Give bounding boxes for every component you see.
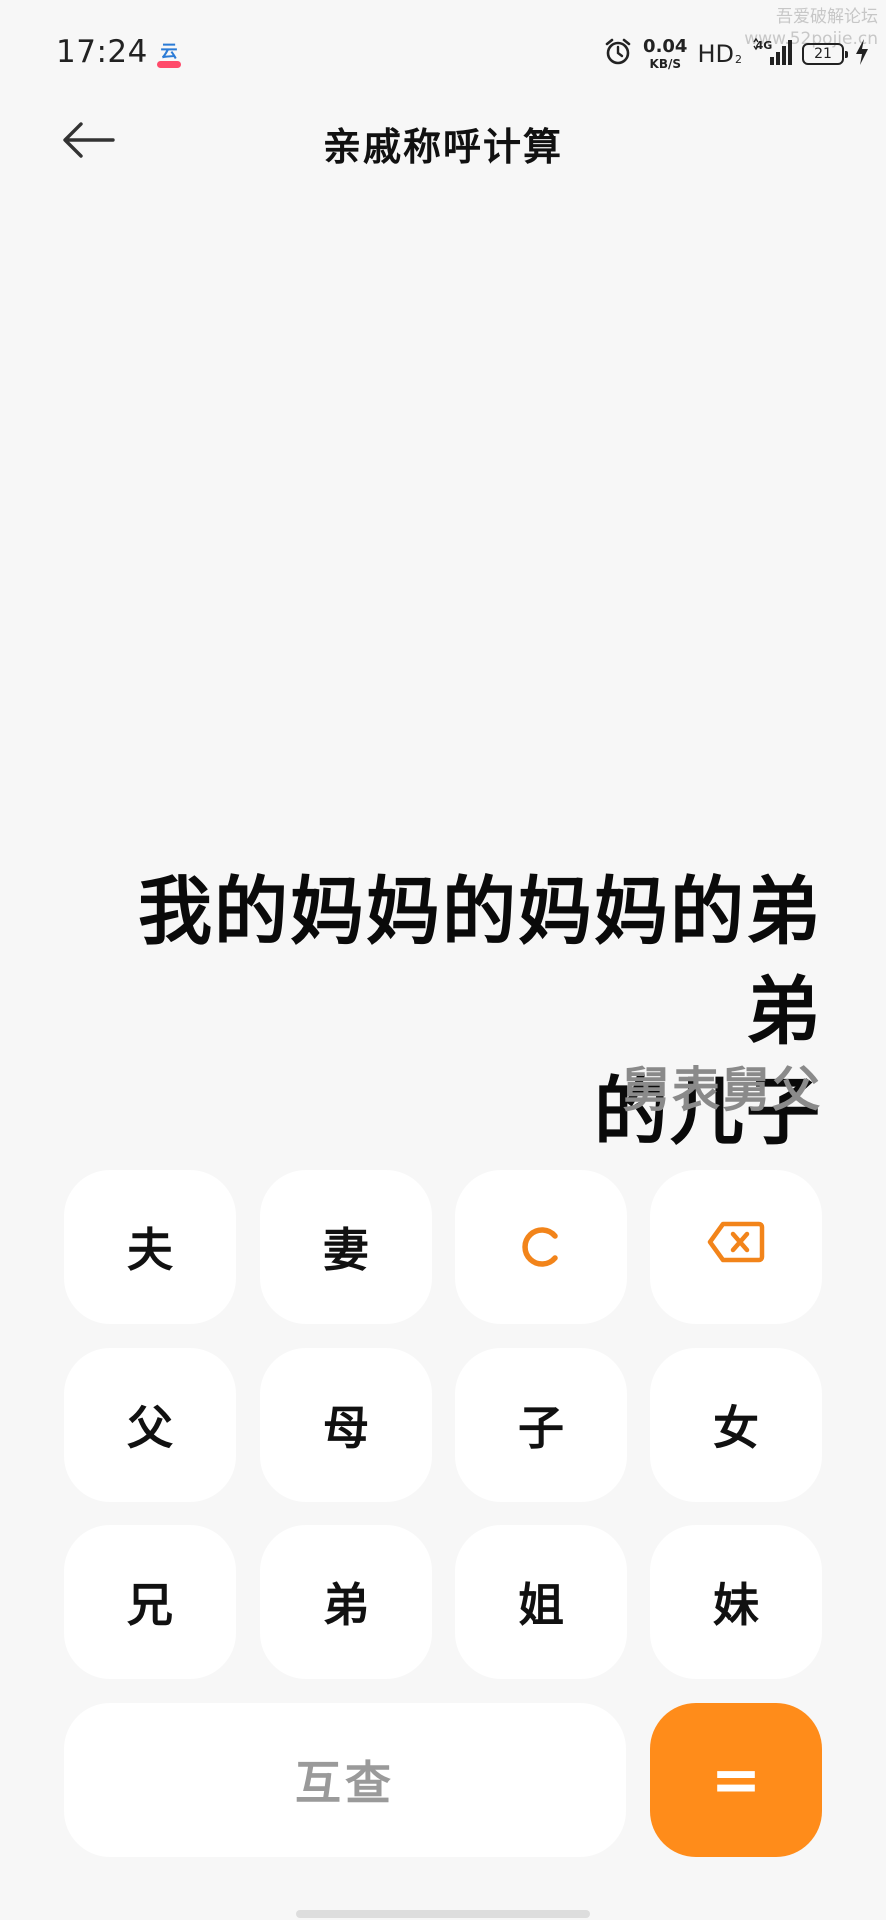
key-mother[interactable]: 母 (260, 1348, 432, 1502)
status-bar: 17:24 云 吾爱破解论坛 www.52pojie.cn 0.04 KB/S (0, 0, 886, 108)
status-time: 17:24 (56, 34, 148, 70)
charging-bolt-icon (854, 38, 870, 70)
expression-line-1: 我的妈妈的妈妈的弟弟 (138, 869, 822, 1055)
status-icons: 0.04 KB/S HD 2 4G 21 (603, 32, 870, 76)
net-speed: 0.04 KB/S (643, 36, 688, 71)
hd-indicator: HD 2 (697, 40, 742, 68)
backspace-icon (707, 1220, 765, 1275)
key-elder-brother[interactable]: 兄 (64, 1525, 236, 1679)
app-icon: 云 (154, 38, 184, 72)
network-label: 4G (756, 39, 773, 52)
key-father[interactable]: 父 (64, 1348, 236, 1502)
mutual-lookup-button[interactable]: 互查 (64, 1703, 626, 1857)
backspace-button[interactable] (650, 1170, 822, 1324)
svg-text:云: 云 (161, 42, 178, 62)
signal-icon: 4G (752, 37, 792, 71)
key-daughter[interactable]: 女 (650, 1348, 822, 1502)
equals-button[interactable]: = (650, 1703, 822, 1857)
clear-c-glyph (522, 1227, 558, 1267)
key-son[interactable]: 子 (455, 1348, 627, 1502)
battery-level: 21 (814, 46, 832, 62)
screen: 17:24 云 吾爱破解论坛 www.52pojie.cn 0.04 KB/S (0, 0, 886, 1920)
key-elder-sister[interactable]: 姐 (455, 1525, 627, 1679)
net-speed-value: 0.04 (643, 36, 688, 57)
hd-label: HD (697, 40, 734, 68)
key-husband[interactable]: 夫 (64, 1170, 236, 1324)
alarm-clock-icon (603, 37, 633, 71)
hd-sub: 2 (735, 53, 742, 66)
watermark-line-1: 吾爱破解论坛 (776, 7, 878, 27)
clear-label: C (517, 1223, 565, 1271)
key-younger-sister[interactable]: 妹 (650, 1525, 822, 1679)
key-wife[interactable]: 妻 (260, 1170, 432, 1324)
page-title: 亲戚称呼计算 (322, 125, 563, 169)
relation-result: 舅表舅父 (621, 1062, 822, 1118)
app-header: 亲戚称呼计算 (0, 108, 886, 176)
key-younger-brother[interactable]: 弟 (260, 1525, 432, 1679)
battery-icon: 21 (802, 43, 848, 65)
home-indicator[interactable] (296, 1910, 590, 1918)
net-speed-unit: KB/S (649, 57, 681, 71)
clear-button[interactable]: C (455, 1170, 627, 1324)
